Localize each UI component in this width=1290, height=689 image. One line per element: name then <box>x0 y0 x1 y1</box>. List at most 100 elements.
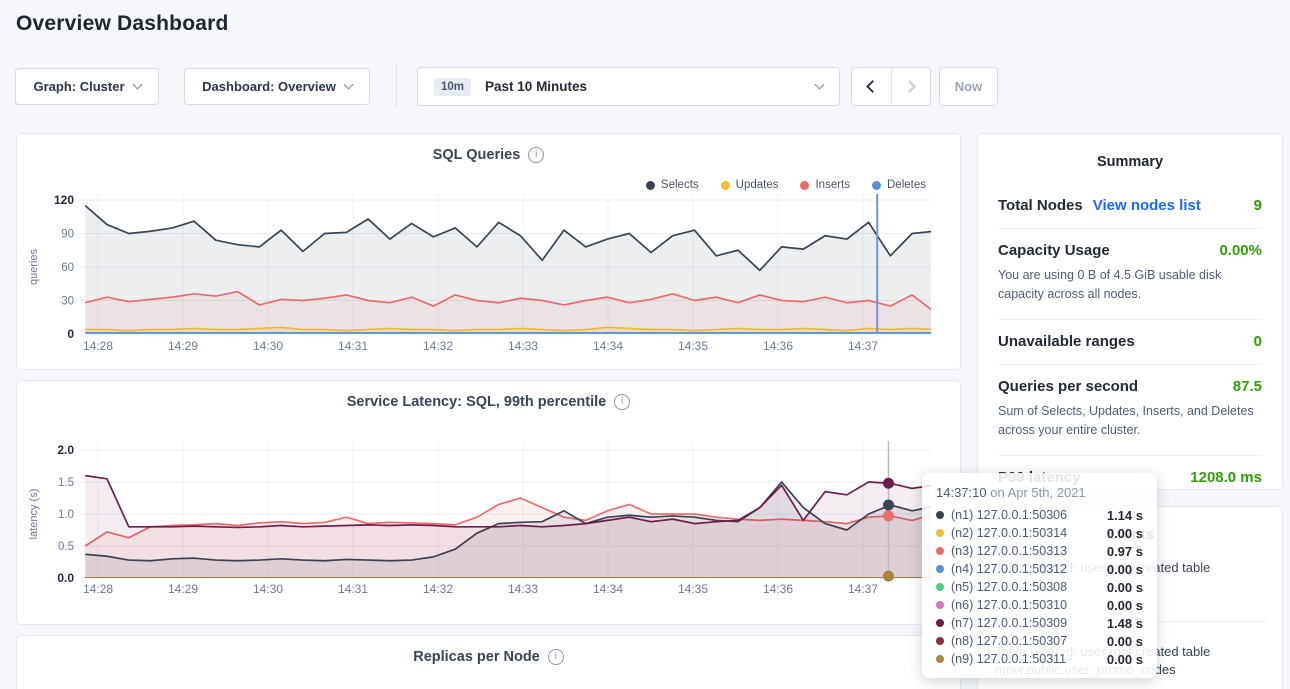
svg-text:90: 90 <box>61 229 74 241</box>
svg-text:14:29: 14:29 <box>168 582 198 596</box>
summary-value: 0 <box>1254 333 1262 350</box>
tooltip-rows: (n1) 127.0.0.1:503061.14 s(n2) 127.0.0.1… <box>936 506 1143 668</box>
svg-text:14:37: 14:37 <box>848 582 878 596</box>
overview-dashboard-page: Overview Dashboard Graph: Cluster Dashbo… <box>0 0 1290 689</box>
summary-description: You are using 0 B of 4.5 GiB usable disk… <box>998 266 1262 305</box>
summary-value: 9 <box>1254 197 1262 214</box>
svg-text:14:34: 14:34 <box>593 339 623 353</box>
replicas-per-node-title: Replicas per Node <box>413 649 540 665</box>
tooltip-row: (n9) 127.0.0.1:50311 0.00 s <box>936 650 1143 668</box>
node-color-dot <box>936 655 944 663</box>
node-latency-value: 0.00 s <box>1107 562 1143 577</box>
chevron-left-icon <box>866 80 879 93</box>
svg-text:latency (s): latency (s) <box>28 489 40 540</box>
tooltip-row: (n5) 127.0.0.1:503080.00 s <box>936 578 1143 596</box>
time-range-dropdown[interactable]: 10m Past 10 Minutes <box>417 67 840 106</box>
replicas-per-node-card: Replicas per Node <box>16 635 961 689</box>
node-latency-value: 0.00 s <box>1107 634 1143 649</box>
view-nodes-list-link[interactable]: View nodes list <box>1093 197 1201 214</box>
summary-label: Capacity Usage <box>998 242 1110 259</box>
sql-queries-title: SQL Queries <box>433 147 521 163</box>
tooltip-row: (n2) 127.0.0.1:50314 0.00 s <box>936 524 1143 542</box>
summary-row: Capacity Usage0.00%You are using 0 B of … <box>998 228 1262 319</box>
service-latency-title: Service Latency: SQL, 99th percentile <box>347 394 607 410</box>
svg-text:14:31: 14:31 <box>338 339 368 353</box>
svg-text:2.0: 2.0 <box>57 443 74 457</box>
svg-text:14:32: 14:32 <box>423 582 453 596</box>
time-range-label: Past 10 Minutes <box>485 79 587 94</box>
time-next-button[interactable] <box>891 68 931 105</box>
tooltip-header: 14:37:10 on Apr 5th, 2021 <box>936 485 1143 500</box>
sql-queries-card: SQL Queries SelectsUpdatesInsertsDeletes… <box>16 133 961 370</box>
svg-text:30: 30 <box>61 296 74 308</box>
summary-row: Unavailable ranges 0 <box>998 319 1262 364</box>
node-latency-value: 1.48 s <box>1107 616 1143 631</box>
node-latency-value: 1.14 s <box>1107 508 1143 523</box>
divider <box>396 64 397 108</box>
svg-text:14:35: 14:35 <box>678 582 708 596</box>
tooltip-row: (n7) 127.0.0.1:50309 1.48 s <box>936 614 1143 632</box>
svg-text:0.5: 0.5 <box>58 541 74 553</box>
chevron-down-icon <box>343 80 353 90</box>
node-color-dot <box>936 547 944 555</box>
node-address: (n7) 127.0.0.1:50309 <box>951 616 1067 630</box>
time-prev-button[interactable] <box>852 68 891 105</box>
svg-text:14:28: 14:28 <box>83 339 113 353</box>
graph-selector-label: Graph: Cluster <box>33 79 124 94</box>
graph-selector-button[interactable]: Graph: Cluster <box>15 68 159 105</box>
dashboard-selector-button[interactable]: Dashboard: Overview <box>184 68 370 105</box>
node-color-dot <box>936 529 944 537</box>
service-latency-chart[interactable]: 0.00.51.01.52.014:2814:2914:3014:3114:32… <box>17 431 962 606</box>
svg-text:14:30: 14:30 <box>253 339 283 353</box>
svg-text:14:36: 14:36 <box>763 339 793 353</box>
svg-text:14:37: 14:37 <box>848 339 878 353</box>
tooltip-row: (n8) 127.0.0.1:50307 0.00 s <box>936 632 1143 650</box>
summary-row: Queries per second87.5Sum of Selects, Up… <box>998 364 1262 455</box>
svg-text:0.0: 0.0 <box>57 571 74 585</box>
node-latency-value: 0.97 s <box>1107 544 1143 559</box>
chevron-down-icon <box>815 80 825 90</box>
tooltip-row: (n4) 127.0.0.1:503120.00 s <box>936 560 1143 578</box>
node-latency-value: 0.00 s <box>1107 580 1143 595</box>
node-address: (n2) 127.0.0.1:50314 <box>951 526 1067 540</box>
node-color-dot <box>936 619 944 627</box>
chart-hover-tooltip: 14:37:10 on Apr 5th, 2021 (n1) 127.0.0.1… <box>922 473 1157 678</box>
svg-text:14:29: 14:29 <box>168 339 198 353</box>
node-color-dot <box>936 565 944 573</box>
tooltip-row: (n1) 127.0.0.1:50306 1.14 s <box>936 506 1143 524</box>
svg-text:14:35: 14:35 <box>678 339 708 353</box>
now-button[interactable]: Now <box>939 67 998 106</box>
sql-queries-chart[interactable]: 030609012014:2814:2914:3014:3114:3214:33… <box>17 184 962 359</box>
node-latency-value: 0.00 s <box>1107 526 1143 541</box>
node-color-dot <box>936 637 944 645</box>
node-latency-value: 0.00 s <box>1107 652 1143 667</box>
node-address: (n9) 127.0.0.1:50311 <box>951 652 1066 666</box>
summary-row: Total Nodes View nodes list 9 <box>998 184 1262 228</box>
svg-text:14:36: 14:36 <box>763 582 793 596</box>
svg-text:14:31: 14:31 <box>338 582 368 596</box>
info-icon[interactable] <box>614 394 630 410</box>
info-icon[interactable] <box>528 147 544 163</box>
summary-value: 1208.0 ms <box>1190 469 1262 486</box>
svg-text:14:30: 14:30 <box>253 582 283 596</box>
service-latency-card: Service Latency: SQL, 99th percentile 0.… <box>16 380 961 625</box>
summary-panel: Summary Total NodesView nodes list9Capac… <box>977 133 1283 490</box>
info-icon[interactable] <box>548 649 564 665</box>
node-address: (n8) 127.0.0.1:50307 <box>951 634 1067 648</box>
time-range-badge: 10m <box>434 78 471 96</box>
tooltip-row: (n6) 127.0.0.1:503100.00 s <box>936 596 1143 614</box>
chevron-down-icon <box>132 80 142 90</box>
tooltip-time: 14:37:10 <box>936 485 987 500</box>
svg-text:14:28: 14:28 <box>83 582 113 596</box>
node-address: (n3) 127.0.0.1:50313 <box>951 544 1067 558</box>
svg-text:0: 0 <box>67 327 74 341</box>
summary-label: Unavailable ranges <box>998 333 1135 350</box>
chevron-right-icon <box>903 80 916 93</box>
node-latency-value: 0.00 s <box>1107 598 1143 613</box>
svg-text:60: 60 <box>61 262 74 274</box>
node-address: (n1) 127.0.0.1:50306 <box>951 508 1067 522</box>
svg-text:14:34: 14:34 <box>593 582 623 596</box>
summary-label: Total Nodes <box>998 197 1083 214</box>
summary-value: 87.5 <box>1233 378 1262 395</box>
tooltip-row: (n3) 127.0.0.1:50313 0.97 s <box>936 542 1143 560</box>
